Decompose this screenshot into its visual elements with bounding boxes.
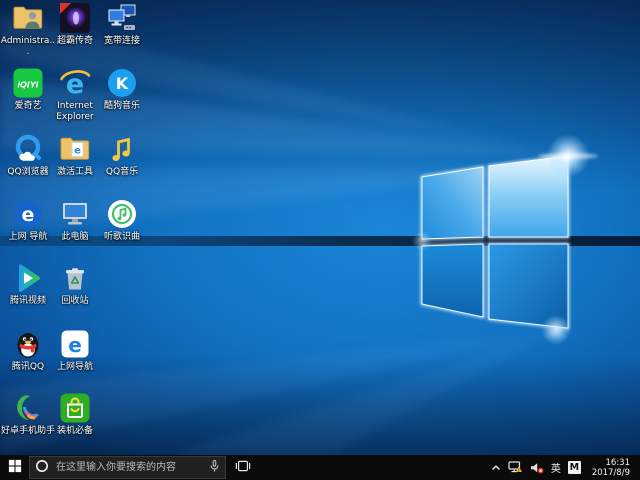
song-recognition-icon	[106, 198, 138, 230]
qq-music-icon	[106, 133, 138, 165]
desktop-icon-label: 听歌识曲	[104, 232, 140, 243]
iqiyi-icon: iQIYI	[12, 67, 44, 99]
tray-chevron-up-icon[interactable]	[491, 455, 501, 480]
taskbar-search-box[interactable]	[29, 456, 226, 479]
clock-date: 2017/8/9	[592, 468, 630, 478]
desktop-icon-label: 回收站	[61, 296, 88, 307]
activation-e-glyph: e	[74, 146, 81, 157]
desktop-icon-label: 酷狗音乐	[104, 101, 140, 112]
desktop-icon-label: QQ音乐	[106, 167, 138, 178]
kugou-music-icon: K	[106, 67, 138, 99]
taskbar: 英 M 16:31 2017/8/9	[0, 455, 640, 480]
qq-browser-icon	[12, 133, 44, 165]
recycle-bin-icon	[59, 262, 91, 294]
network-warning-icon[interactable]	[508, 455, 523, 480]
desktop-icon-label: 宽带连接	[104, 36, 140, 47]
cortana-circle-icon	[35, 458, 49, 477]
task-view-button[interactable]	[226, 455, 260, 480]
tencent-video-icon	[12, 262, 44, 294]
user-folder-icon	[12, 2, 44, 34]
desktop-icon-label: 爱奇艺	[14, 101, 41, 112]
edge-navigation-icon: e	[59, 328, 91, 360]
internet-explorer-icon: e	[59, 67, 91, 99]
windows-desktop: Administra... 超霸传奇 宽带连	[0, 0, 640, 480]
system-tray: 英 M 16:31 2017/8/9	[491, 455, 640, 480]
desktop-icon-edge-navigation[interactable]: e 上网导航	[47, 328, 103, 373]
desktop-icon-label: 腾讯视频	[10, 296, 46, 307]
edge-e-glyph: e	[68, 333, 82, 357]
search-input[interactable]	[54, 461, 204, 474]
desktop-icon-broadband[interactable]: 宽带连接	[94, 2, 150, 47]
volume-muted-icon[interactable]	[530, 455, 544, 480]
desktop-icon-recycle-bin[interactable]: 回收站	[47, 262, 103, 307]
ime-mode-icon[interactable]: M	[568, 461, 581, 474]
desktop-icon-label: 腾讯QQ	[12, 362, 44, 373]
desktop-icon-essential-software[interactable]: 装机必备	[47, 392, 103, 437]
web-navigation-icon: e	[12, 198, 44, 230]
task-view-icon	[235, 458, 251, 477]
ime-language-indicator[interactable]: 英	[551, 455, 561, 480]
desktop-icon-label: QQ浏览器	[7, 167, 48, 178]
game-icon	[59, 2, 91, 34]
desktop-icon-song-recognition[interactable]: 听歌识曲	[94, 198, 150, 243]
start-button[interactable]	[0, 455, 29, 480]
broadband-connection-icon	[106, 2, 138, 34]
microphone-icon[interactable]	[209, 458, 220, 477]
qq-penguin-icon	[12, 328, 44, 360]
desktop-icon-qq-music[interactable]: QQ音乐	[94, 133, 150, 178]
iqiyi-wordmark: iQIYI	[17, 81, 38, 90]
this-pc-icon	[59, 198, 91, 230]
desktop-icon-label: 上网导航	[57, 362, 93, 373]
desktop-icon-label: 上网 导航	[9, 232, 48, 243]
desktop-icon-label: 装机必备	[57, 426, 93, 437]
windows-logo-icon	[8, 458, 22, 477]
desktop-icon-kugou[interactable]: K 酷狗音乐	[94, 67, 150, 112]
shopping-bag-icon	[59, 392, 91, 424]
kugou-k-glyph: K	[116, 74, 129, 93]
nav-e-glyph: e	[22, 204, 35, 226]
phone-assistant-icon	[12, 392, 44, 424]
desktop-icon-label: 激活工具	[57, 167, 93, 178]
taskbar-clock[interactable]: 16:31 2017/8/9	[588, 458, 636, 478]
activation-tools-folder-icon: e	[59, 133, 91, 165]
desktop-icon-label: 此电脑	[61, 232, 88, 243]
clock-time: 16:31	[592, 458, 630, 468]
desktop-icon-label: 超霸传奇	[57, 36, 93, 47]
